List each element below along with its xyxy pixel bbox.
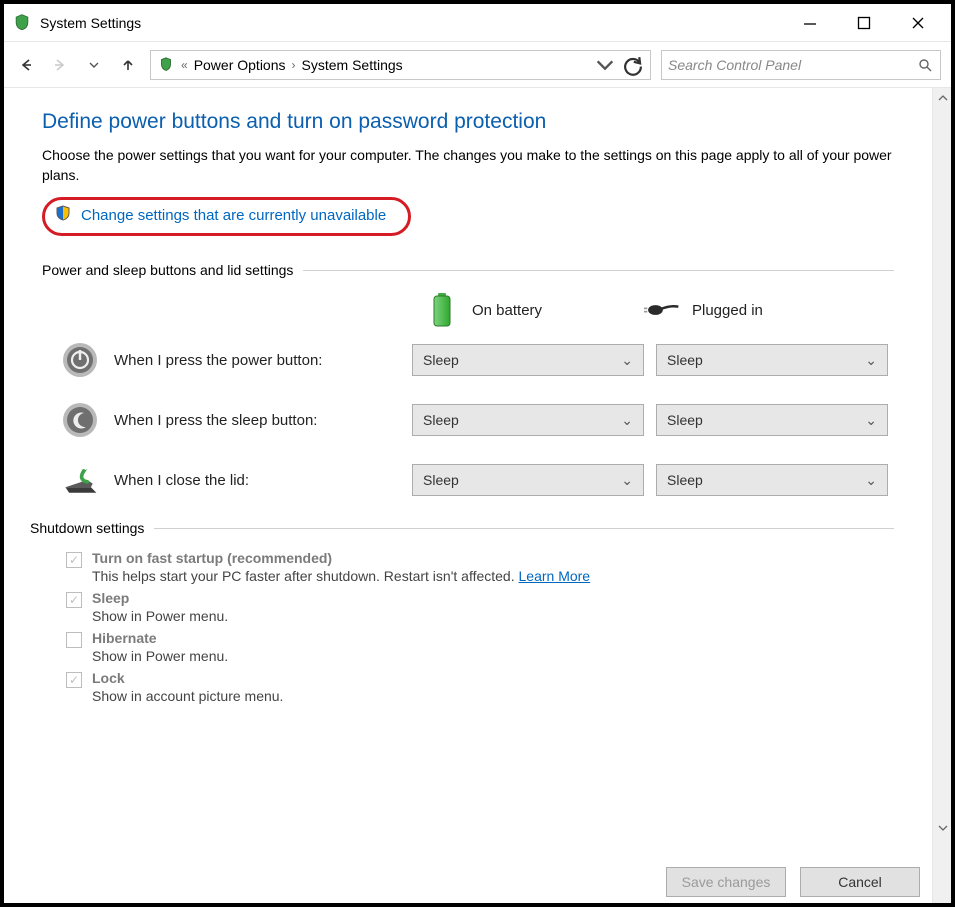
location-icon [157, 56, 175, 74]
checkbox[interactable] [66, 552, 82, 568]
power-button-icon [60, 340, 100, 380]
chevron-down-icon: ⌄ [865, 472, 877, 489]
search-input[interactable] [668, 57, 915, 73]
breadcrumb-dropdown-button[interactable] [594, 53, 616, 77]
divider [303, 270, 894, 271]
select-close-lid-battery[interactable]: Sleep ⌄ [412, 464, 644, 496]
uac-elevate-link-highlight: Change settings that are currently unava… [42, 197, 411, 236]
row-label: When I close the lid: [114, 472, 249, 489]
divider [154, 528, 894, 529]
breadcrumb-bar[interactable]: « Power Options › System Settings [150, 50, 651, 80]
client-area: Define power buttons and turn on passwor… [4, 88, 951, 903]
column-label: On battery [472, 302, 542, 319]
section-heading: Power and sleep buttons and lid settings [42, 262, 303, 278]
checkbox-sleep: Sleep Show in Power menu. [66, 590, 894, 624]
checkbox-description: Show in Power menu. [92, 608, 228, 624]
save-button[interactable]: Save changes [666, 867, 786, 897]
search-icon[interactable] [915, 58, 934, 72]
title-bar: System Settings [4, 4, 951, 42]
checkbox-label: Lock [92, 670, 283, 686]
checkbox-description: This helps start your PC faster after sh… [92, 568, 590, 584]
column-label: Plugged in [692, 302, 763, 319]
maximize-button[interactable] [837, 8, 891, 38]
checkbox-fast-startup: Turn on fast startup (recommended) This … [66, 550, 894, 584]
section-heading: Shutdown settings [30, 520, 154, 536]
select-sleep-button-plugged[interactable]: Sleep ⌄ [656, 404, 888, 436]
power-row-close-lid: When I close the lid: Sleep ⌄ Sleep ⌄ [42, 460, 894, 500]
chevron-down-icon: ⌄ [621, 352, 633, 369]
column-plugged-in: Plugged in [638, 292, 870, 328]
footer-buttons: Save changes Cancel [666, 867, 920, 897]
recent-locations-button[interactable] [82, 50, 106, 80]
scroll-up-button[interactable] [933, 88, 952, 107]
page-title: Define power buttons and turn on passwor… [42, 110, 894, 134]
plug-icon [644, 292, 680, 328]
checkbox-label: Turn on fast startup (recommended) [92, 550, 590, 566]
breadcrumb-segment[interactable]: Power Options [194, 57, 286, 73]
content-pane: Define power buttons and turn on passwor… [4, 88, 932, 903]
select-value: Sleep [667, 472, 703, 488]
checkbox-description: Show in account picture menu. [92, 688, 283, 704]
checkbox-lock: Lock Show in account picture menu. [66, 670, 894, 704]
power-row-sleep-button: When I press the sleep button: Sleep ⌄ S… [42, 400, 894, 440]
select-value: Sleep [423, 352, 459, 368]
checkbox-description: Show in Power menu. [92, 648, 228, 664]
minimize-button[interactable] [783, 8, 837, 38]
learn-more-link[interactable]: Learn More [519, 568, 591, 584]
chevron-down-icon: ⌄ [621, 412, 633, 429]
scroll-down-button[interactable] [933, 818, 952, 837]
lid-icon [60, 460, 100, 500]
select-power-button-battery[interactable]: Sleep ⌄ [412, 344, 644, 376]
section-shutdown: Shutdown settings Turn on fast startup (… [42, 520, 894, 704]
select-power-button-plugged[interactable]: Sleep ⌄ [656, 344, 888, 376]
checkbox-label: Sleep [92, 590, 228, 606]
select-value: Sleep [423, 412, 459, 428]
power-row-power-button: When I press the power button: Sleep ⌄ S… [42, 340, 894, 380]
checkbox[interactable] [66, 672, 82, 688]
back-button[interactable] [14, 50, 38, 80]
battery-icon [424, 292, 460, 328]
close-button[interactable] [891, 8, 945, 38]
chevron-down-icon: ⌄ [621, 472, 633, 489]
sleep-button-icon [60, 400, 100, 440]
forward-button[interactable] [48, 50, 72, 80]
up-button[interactable] [116, 50, 140, 80]
app-icon [12, 13, 32, 33]
section-power-sleep: Power and sleep buttons and lid settings… [42, 262, 894, 500]
shield-icon [53, 204, 73, 227]
section-header: Power and sleep buttons and lid settings [42, 262, 894, 278]
cancel-button[interactable]: Cancel [800, 867, 920, 897]
select-sleep-button-battery[interactable]: Sleep ⌄ [412, 404, 644, 436]
section-header: Shutdown settings [30, 520, 894, 536]
checkbox[interactable] [66, 592, 82, 608]
vertical-scrollbar[interactable] [932, 88, 951, 903]
checkbox[interactable] [66, 632, 82, 648]
window-title: System Settings [40, 15, 141, 31]
page-description: Choose the power settings that you want … [42, 146, 894, 185]
row-label: When I press the power button: [114, 352, 322, 369]
select-value: Sleep [667, 412, 703, 428]
select-value: Sleep [423, 472, 459, 488]
chevron-down-icon: ⌄ [865, 352, 877, 369]
refresh-button[interactable] [622, 53, 644, 77]
breadcrumb-ellipsis[interactable]: « [181, 58, 188, 72]
select-close-lid-plugged[interactable]: Sleep ⌄ [656, 464, 888, 496]
power-columns-header: On battery Plugged in [42, 292, 894, 328]
search-box[interactable] [661, 50, 941, 80]
breadcrumb-segment[interactable]: System Settings [302, 57, 403, 73]
uac-elevate-link[interactable]: Change settings that are currently unava… [81, 207, 386, 224]
select-value: Sleep [667, 352, 703, 368]
checkbox-hibernate: Hibernate Show in Power menu. [66, 630, 894, 664]
row-label: When I press the sleep button: [114, 412, 317, 429]
address-bar-row: « Power Options › System Settings [4, 42, 951, 88]
chevron-down-icon: ⌄ [865, 412, 877, 429]
breadcrumb-separator-icon: › [292, 58, 296, 72]
checkbox-label: Hibernate [92, 630, 228, 646]
column-on-battery: On battery [394, 292, 626, 328]
